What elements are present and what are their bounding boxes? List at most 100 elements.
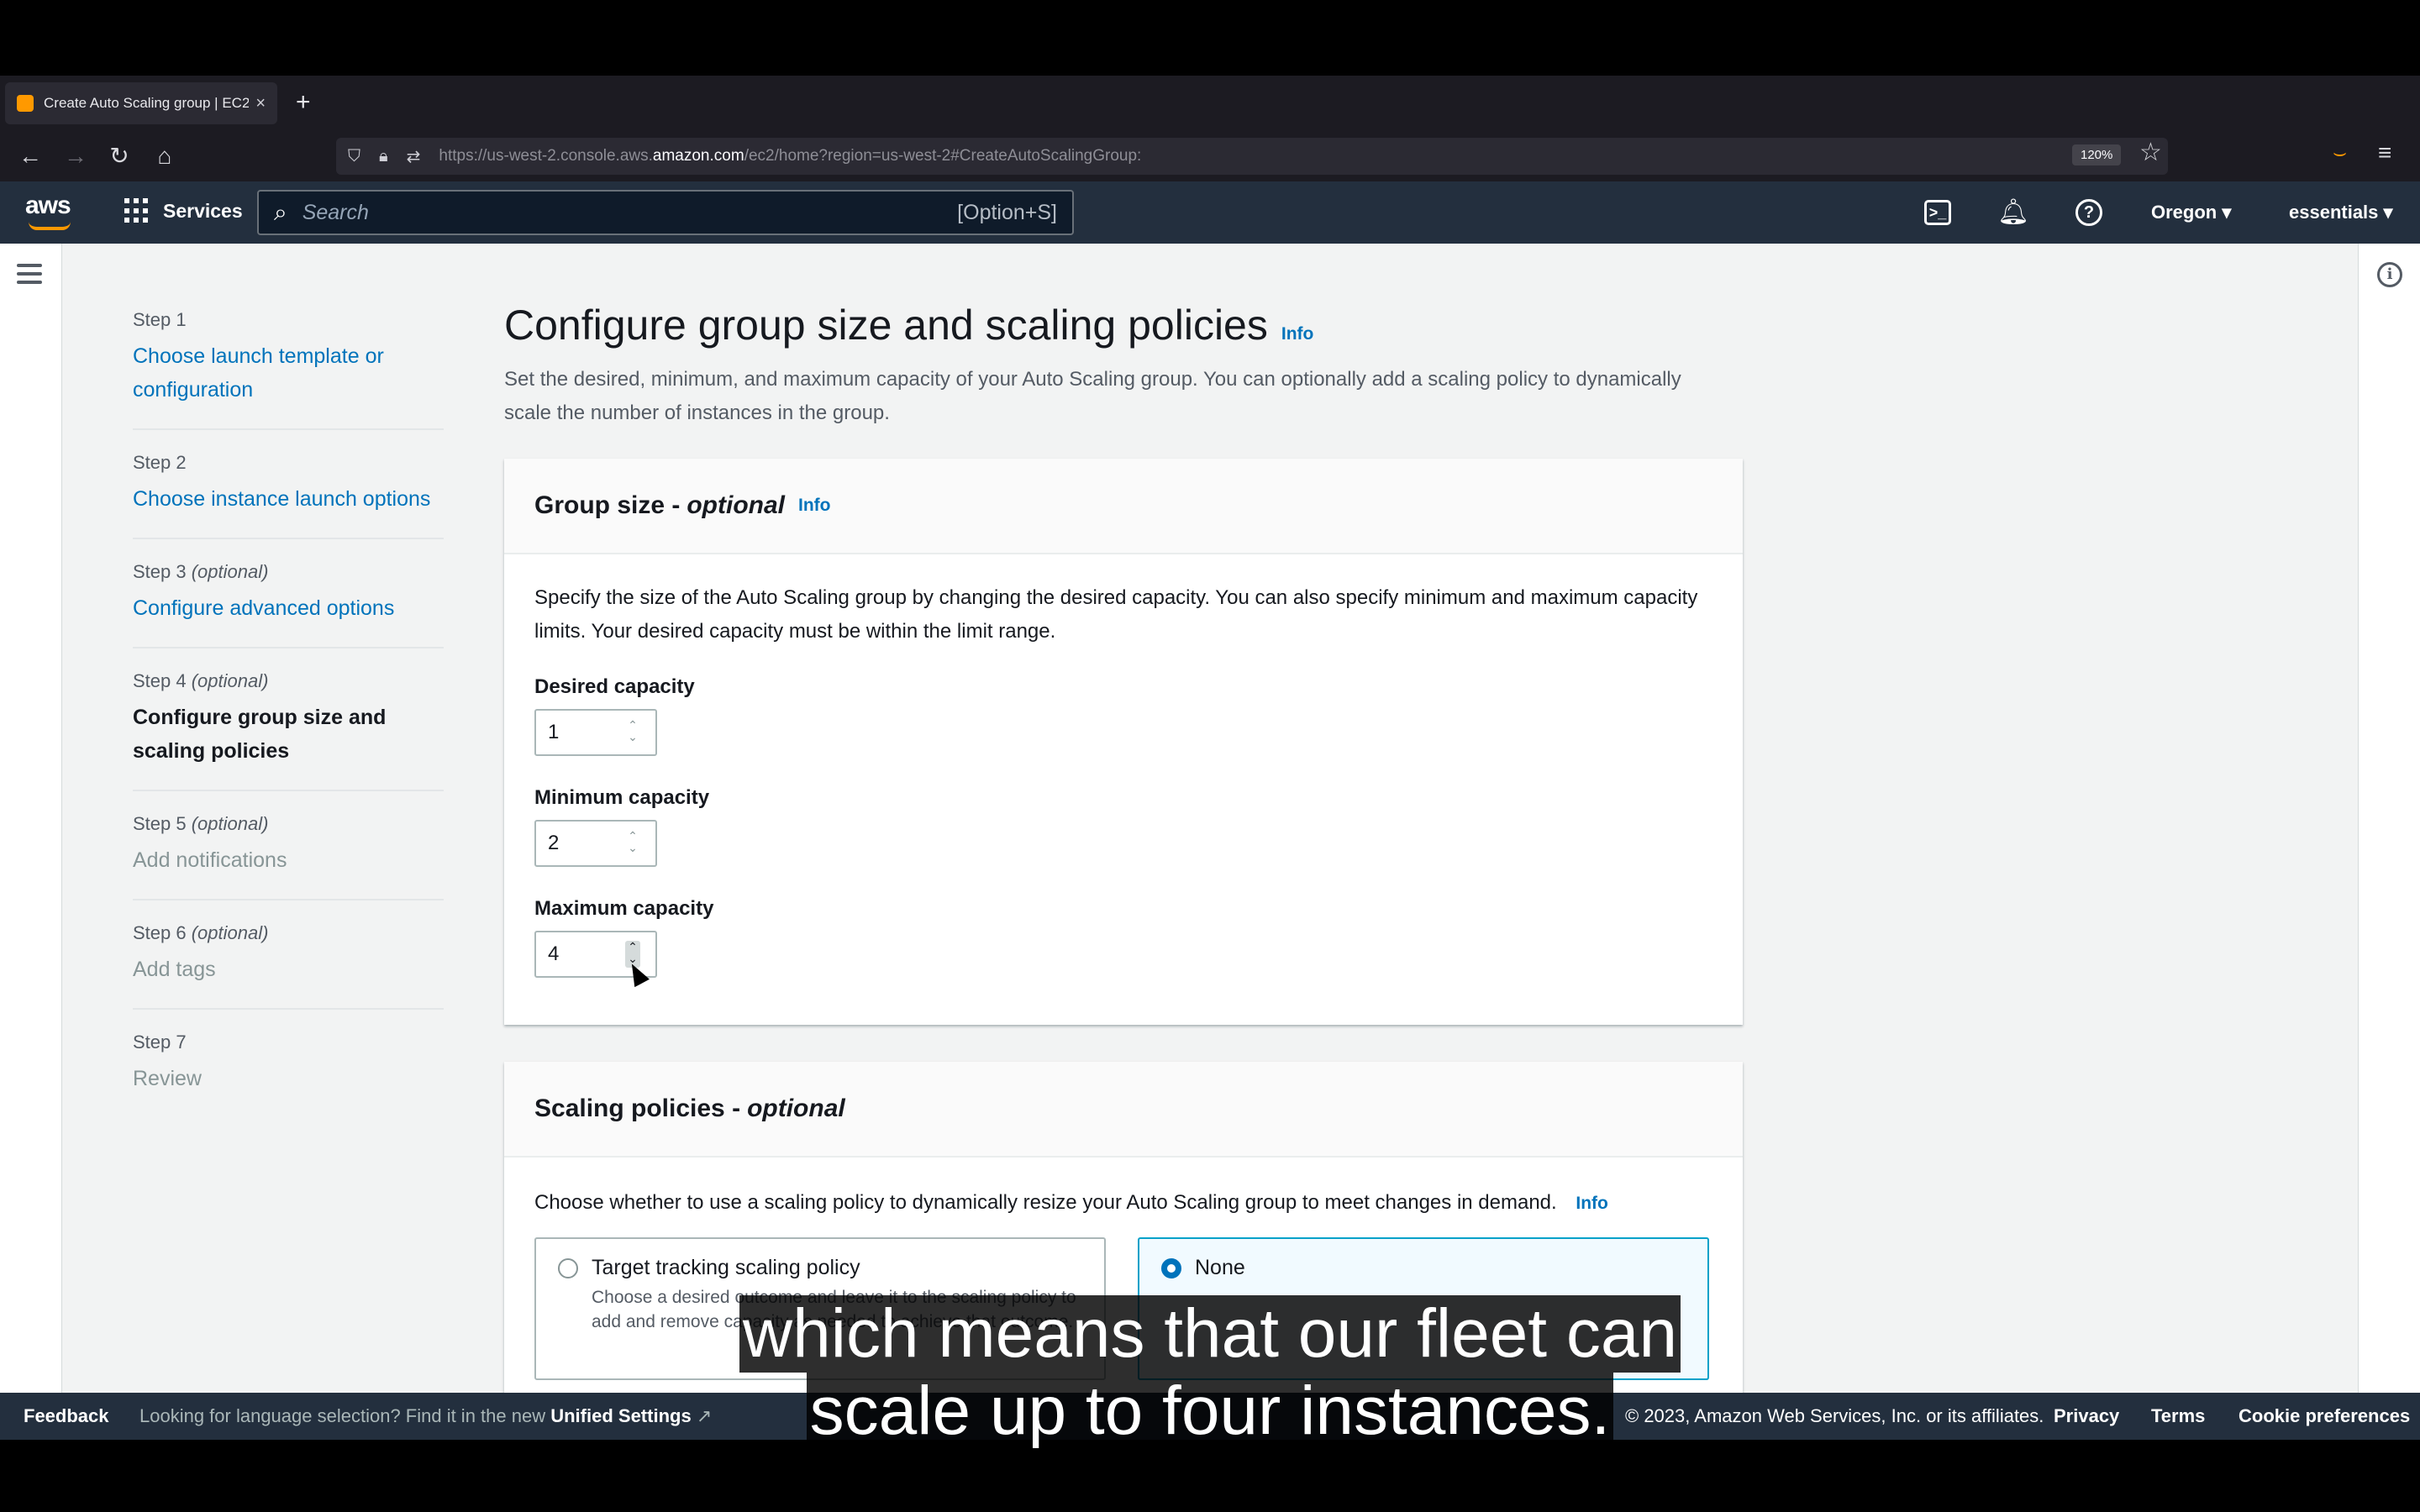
help-icon[interactable]: ? xyxy=(2075,199,2102,226)
step-number: Step 3 xyxy=(133,561,187,582)
url-path: /ec2/home?region=us-west-2#CreateAutoSca… xyxy=(744,147,1142,165)
apps-grid-icon xyxy=(124,198,150,223)
page-info-link[interactable]: Info xyxy=(1281,324,1313,344)
browser-tab[interactable]: Create Auto Scaling group | EC2 × xyxy=(5,82,277,124)
caption-line-2: scale up to four instances. xyxy=(806,1373,1614,1450)
menu-icon[interactable]: ≡ xyxy=(2378,139,2391,166)
lock-icon: 🔒︎ xyxy=(379,146,388,165)
step-optional: (optional) xyxy=(191,922,269,943)
bell-icon[interactable]: 🔔︎ xyxy=(1997,197,2029,228)
region-selector[interactable]: Oregon ▾ xyxy=(2151,202,2231,223)
scaling-policies-description: Choose whether to use a scaling policy t… xyxy=(534,1191,1608,1214)
step-number: Step 6 xyxy=(133,922,187,943)
desired-capacity-input[interactable]: 1 ⌃ ⌄ xyxy=(534,709,657,756)
wizard-step-6: Step 6 (optional) Add tags xyxy=(133,922,444,1010)
step-number: Step 4 xyxy=(133,670,187,691)
amazon-extension-icon[interactable]: ⌣ xyxy=(2333,139,2347,166)
aws-logo[interactable]: aws xyxy=(25,192,76,234)
console-content: i Step 1 Choose launch template or confi… xyxy=(0,244,2420,1398)
services-button[interactable]: Services xyxy=(124,198,243,223)
wizard-step-5: Step 5 (optional) Add notifications xyxy=(133,813,444,900)
group-size-card: Group size - optional Info Specify the s… xyxy=(504,459,1743,1025)
step-number: Step 2 xyxy=(133,452,187,473)
none-label: None xyxy=(1195,1256,1245,1279)
url-bar[interactable]: ⛉ 🔒︎ ⇄ https://us-west-2.console.aws. ama… xyxy=(336,138,2168,175)
wizard-step-2: Step 2 Choose instance launch options xyxy=(133,452,444,539)
minimum-capacity-label: Minimum capacity xyxy=(534,786,710,809)
wizard-steps: Step 1 Choose launch template or configu… xyxy=(133,309,444,1139)
group-size-title: Group size - xyxy=(534,491,681,519)
minimum-capacity-field: Minimum capacity 2 ⌃ ⌄ xyxy=(534,786,1712,867)
permissions-icon: ⇄ xyxy=(406,147,421,166)
step-link-advanced-options[interactable]: Configure advanced options xyxy=(133,591,444,625)
radio-selected-icon[interactable] xyxy=(1161,1257,1181,1278)
aws-smile-icon xyxy=(29,222,71,230)
left-rail xyxy=(0,244,62,1393)
aws-logo-text: aws xyxy=(25,192,71,219)
wizard-step-3: Step 3 (optional) Configure advanced opt… xyxy=(133,561,444,648)
step-optional: (optional) xyxy=(191,813,269,834)
step-current-group-size: Configure group size and scaling policie… xyxy=(133,706,387,763)
page-title-text: Configure group size and scaling policie… xyxy=(504,302,1268,349)
cloudshell-icon[interactable]: >_ xyxy=(1924,200,1951,225)
home-icon[interactable]: ⌂ xyxy=(150,141,180,171)
stepper-icon[interactable]: ⌃ ⌄ xyxy=(625,719,640,746)
scaling-info-link[interactable]: Info xyxy=(1576,1194,1607,1213)
maximum-capacity-value: 4 xyxy=(548,942,560,965)
search-icon: ⌕ xyxy=(274,198,287,225)
desired-capacity-label: Desired capacity xyxy=(534,675,695,698)
tab-title: Create Auto Scaling group | EC2 xyxy=(44,95,250,111)
search-shortcut: [Option+S] xyxy=(957,200,1057,224)
browser-nav-bar: ← → ↻ ⌂ ⛉ 🔒︎ ⇄ https://us-west-2.console… xyxy=(0,131,2420,181)
tab-close-icon[interactable]: × xyxy=(255,94,266,113)
hamburger-menu-icon[interactable] xyxy=(17,264,42,289)
wizard-step-7: Step 7 Review xyxy=(133,1032,444,1117)
account-menu[interactable]: essentials ▾ xyxy=(2289,202,2393,223)
step-optional: (optional) xyxy=(191,670,269,691)
desired-capacity-field: Desired capacity 1 ⌃ ⌄ xyxy=(534,675,1712,756)
maximum-capacity-field: Maximum capacity 4 ⌃ ⌄ xyxy=(534,897,1712,978)
new-tab-button[interactable]: + xyxy=(296,87,311,118)
services-label: Services xyxy=(163,199,243,222)
step-number: Step 7 xyxy=(133,1032,187,1053)
group-size-header: Group size - optional Info xyxy=(504,459,1743,554)
wizard-step-1: Step 1 Choose launch template or configu… xyxy=(133,309,444,430)
maximum-capacity-label: Maximum capacity xyxy=(534,897,714,920)
caption-line-1: which means that our fleet can xyxy=(739,1295,1681,1373)
group-size-info-link[interactable]: Info xyxy=(798,496,830,516)
search-input[interactable]: ⌕ Search [Option+S] xyxy=(257,190,1074,235)
step-review: Review xyxy=(133,1067,202,1090)
group-size-optional: optional xyxy=(687,491,786,519)
minimum-capacity-value: 2 xyxy=(548,832,560,854)
aws-favicon-icon xyxy=(17,95,34,112)
shield-icon: ⛉ xyxy=(348,146,360,165)
page-description: Set the desired, minimum, and maximum ca… xyxy=(504,368,1681,424)
step-link-launch-template[interactable]: Choose launch template or configuration xyxy=(133,339,444,407)
right-rail: i xyxy=(2358,244,2420,1393)
back-arrow-icon[interactable]: ← xyxy=(15,141,45,171)
radio-unselected-icon[interactable] xyxy=(558,1257,578,1278)
step-link-instance-options[interactable]: Choose instance launch options xyxy=(133,482,444,516)
stepper-icon[interactable]: ⌃ ⌄ xyxy=(625,830,640,857)
step-add-notifications: Add notifications xyxy=(133,848,287,872)
step-number: Step 1 xyxy=(133,309,187,330)
desired-capacity-value: 1 xyxy=(548,721,560,743)
target-tracking-label: Target tracking scaling policy xyxy=(592,1256,860,1279)
group-size-description: Specify the size of the Auto Scaling gro… xyxy=(534,586,1698,643)
wizard-step-4: Step 4 (optional) Configure group size a… xyxy=(133,670,444,791)
scaling-policies-header: Scaling policies - optional xyxy=(504,1062,1743,1158)
forward-arrow-icon[interactable]: → xyxy=(60,141,91,171)
step-optional: (optional) xyxy=(191,561,269,582)
scaling-policies-title: Scaling policies - xyxy=(534,1095,741,1122)
browser-tab-bar: Create Auto Scaling group | EC2 × + xyxy=(0,76,2420,131)
info-panel-icon[interactable]: i xyxy=(2377,262,2402,287)
minimum-capacity-input[interactable]: 2 ⌃ ⌄ xyxy=(534,820,657,867)
url-prefix: https://us-west-2.console.aws. xyxy=(439,147,653,165)
scaling-policies-optional: optional xyxy=(747,1095,845,1122)
zoom-badge[interactable]: 120% xyxy=(2072,144,2122,165)
aws-top-nav: aws Services ⌕ Search [Option+S] >_ 🔔︎ ?… xyxy=(0,181,2420,244)
reload-icon[interactable]: ↻ xyxy=(104,141,134,171)
bookmark-star-icon[interactable]: ☆ xyxy=(2139,138,2162,167)
page-title: Configure group size and scaling policie… xyxy=(504,301,1313,349)
step-number: Step 5 xyxy=(133,813,187,834)
